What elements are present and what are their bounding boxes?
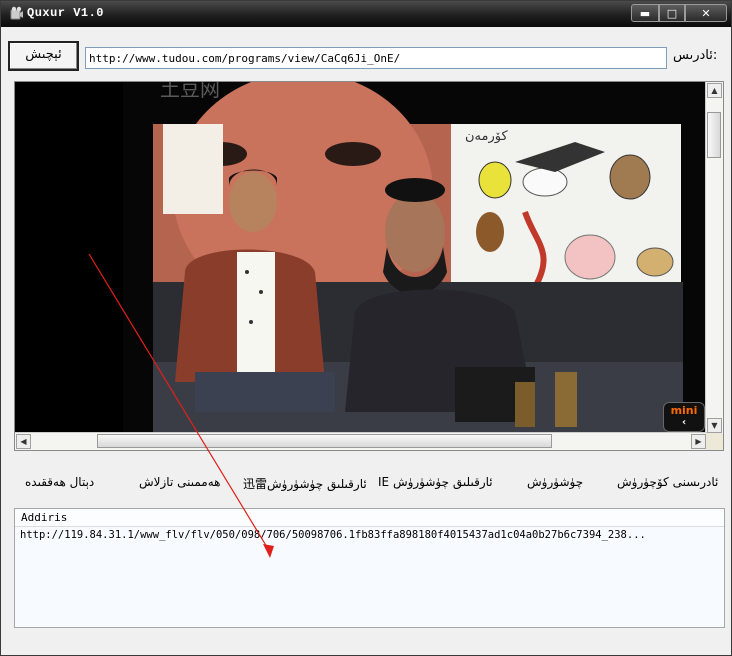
video-watermark: 土豆网	[160, 82, 220, 101]
minimize-button[interactable]: ▬	[631, 4, 659, 22]
action-toolbar: ئادرىسنى كۆچۈرۈش چۈشۈرۈش IE ئارقىلىق چۈش…	[1, 471, 731, 497]
video-picture: 土豆网 كۆرمەن	[15, 82, 707, 434]
title-bar[interactable]: Quxur V1.0 ▬ □ ✕	[1, 1, 731, 27]
scroll-down-icon[interactable]: ▼	[707, 418, 722, 433]
close-button[interactable]: ✕	[685, 4, 727, 22]
download-button[interactable]: چۈشۈرۈش	[527, 475, 583, 489]
xunlei-download-button[interactable]: 迅雷ئارقىلىق چۈشۈرۈش	[243, 475, 367, 492]
ie-download-button[interactable]: IE ئارقىلىق چۈشۈرۈش	[378, 475, 493, 489]
clear-all-button[interactable]: ھەممىنى تازلاش	[139, 475, 220, 489]
scroll-up-icon[interactable]: ▲	[707, 83, 722, 98]
mini-button[interactable]: mini ‹	[663, 402, 705, 432]
app-window: Quxur V1.0 ▬ □ ✕ ئېچىش ئادرىس: 土豆网 كۆرمە…	[0, 0, 732, 656]
vertical-scrollbar[interactable]: ▲ ▼	[705, 82, 723, 434]
scrollbar-corner	[706, 433, 723, 450]
list-header[interactable]: Addiris	[15, 509, 724, 527]
scroll-right-icon[interactable]: ▶	[691, 434, 706, 449]
horizontal-scroll-thumb[interactable]	[97, 434, 552, 448]
vertical-scroll-thumb[interactable]	[707, 112, 721, 158]
app-icon	[10, 6, 23, 20]
url-label: ئادرىس:	[673, 48, 718, 63]
list-item[interactable]: http://119.84.31.1/www_flv/flv/050/098/7…	[15, 527, 724, 543]
list-header-label: Addiris	[21, 511, 68, 524]
video-browser-pane: 土豆网 كۆرمەن mini ‹ ▲ ▼ ◀ ▶	[14, 81, 724, 451]
mini-arrow-icon: ‹	[681, 417, 687, 428]
about-button[interactable]: دېتال ھەققىدە	[25, 475, 94, 489]
open-button[interactable]: ئېچىش	[8, 41, 79, 71]
mini-label: mini	[670, 404, 698, 417]
maximize-button[interactable]: □	[659, 4, 685, 22]
svg-text:كۆرمەن: كۆرمەن	[465, 129, 508, 144]
address-list[interactable]: Addiris http://119.84.31.1/www_flv/flv/0…	[14, 508, 725, 628]
list-item-url: http://119.84.31.1/www_flv/flv/050/098/7…	[20, 529, 646, 541]
url-input[interactable]	[85, 47, 667, 69]
window-title: Quxur V1.0	[27, 6, 105, 20]
horizontal-scrollbar[interactable]: ◀ ▶	[15, 432, 707, 450]
video-frame[interactable]: 土豆网 كۆرمەن mini ‹	[15, 82, 707, 434]
scroll-left-icon[interactable]: ◀	[16, 434, 31, 449]
copy-address-button[interactable]: ئادرىسنى كۆچۈرۈش	[617, 475, 718, 489]
